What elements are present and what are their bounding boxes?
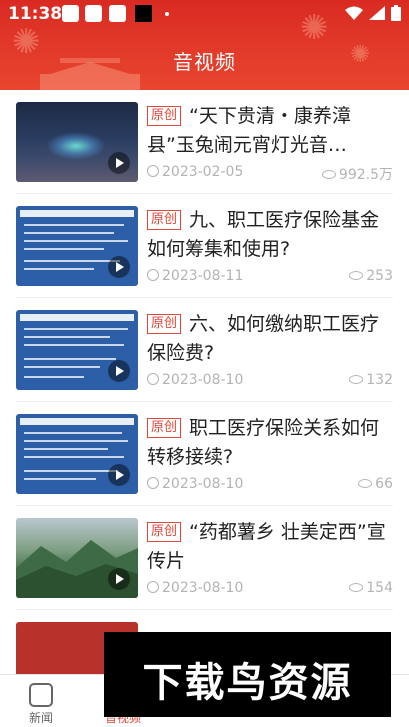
views-text: 253 — [366, 268, 393, 284]
slide-title-bar — [20, 210, 134, 217]
original-badge: 原创 — [147, 210, 182, 230]
video-thumbnail[interactable] — [16, 310, 138, 390]
slide-text-line — [24, 432, 122, 434]
item-title-text: “药都薯乡 壮美定西”宣传片 — [147, 521, 386, 572]
slide-text-line — [24, 248, 104, 250]
original-badge: 原创 — [147, 522, 182, 542]
slide-text-line — [24, 440, 128, 442]
item-title[interactable]: 原创 职工医疗保险关系如何转移接续? — [147, 414, 393, 472]
item-title[interactable]: 原创 六、如何缴纳职工医疗保险费? — [147, 310, 393, 368]
item-date: 2023-08-10 — [147, 580, 243, 596]
nav-item-news[interactable]: 新闻 — [0, 675, 82, 727]
slide-title-bar — [20, 314, 134, 321]
item-views: 253 — [349, 268, 393, 284]
item-date: 2023-08-10 — [147, 476, 243, 492]
clock-icon — [147, 477, 159, 489]
eye-icon — [349, 583, 364, 592]
play-icon[interactable] — [108, 568, 130, 590]
slide-text-line — [24, 470, 118, 472]
item-views: 132 — [349, 372, 393, 388]
lantern-lights — [46, 132, 106, 160]
slide-text-line — [24, 336, 110, 338]
list-item[interactable]: 原创 “药都薯乡 壮美定西”宣传片 2023-08-10 154 — [16, 506, 393, 610]
list-item[interactable]: 原创 “天下贵清・康养漳县”玉兔闹元宵灯光音… 2023-02-05 992.5万 — [16, 90, 393, 194]
item-title[interactable]: 原创 “天下贵清・康养漳县”玉兔闹元宵灯光音… — [147, 102, 393, 160]
slide-text-line — [24, 232, 114, 234]
play-icon[interactable] — [108, 152, 130, 174]
clock-icon — [147, 581, 159, 593]
eye-icon — [349, 271, 364, 280]
video-thumbnail[interactable] — [16, 206, 138, 286]
eye-icon — [349, 375, 364, 384]
slide-text-line — [24, 456, 124, 458]
date-text: 2023-08-11 — [162, 268, 244, 284]
play-icon[interactable] — [108, 256, 130, 278]
item-date: 2023-02-05 — [147, 164, 243, 180]
status-time: 11:38 — [8, 4, 63, 24]
item-title[interactable]: 原创 “药都薯乡 壮美定西”宣传片 — [147, 518, 393, 576]
item-date: 2023-08-11 — [147, 268, 243, 284]
clock-icon — [147, 373, 159, 385]
notification-icon — [85, 5, 102, 22]
battery-icon — [391, 5, 401, 21]
item-title-text: 九、职工医疗保险基金如何筹集和使用? — [147, 209, 380, 260]
slide-text-line — [24, 478, 96, 480]
item-views: 992.5万 — [321, 164, 393, 184]
item-views: 154 — [349, 580, 393, 596]
notification-icon — [62, 5, 79, 22]
app-header: ✺ ✺ ✺ 11:38 音视频 — [0, 0, 409, 90]
video-thumbnail[interactable] — [16, 414, 138, 494]
slide-text-line — [24, 260, 120, 262]
video-thumbnail[interactable] — [16, 518, 138, 598]
original-badge: 原创 — [147, 106, 182, 126]
eye-icon — [358, 479, 373, 488]
date-text: 2023-08-10 — [162, 372, 244, 388]
date-text: 2023-02-05 — [162, 164, 244, 180]
signal-icon — [369, 6, 385, 20]
clock-icon — [147, 165, 159, 177]
play-icon[interactable] — [108, 464, 130, 486]
list-item[interactable]: 原创 九、职工医疗保险基金如何筹集和使用? 2023-08-11 253 — [16, 194, 393, 298]
notification-icon — [135, 5, 152, 22]
item-date: 2023-08-10 — [147, 372, 243, 388]
play-icon[interactable] — [108, 360, 130, 382]
wifi-icon — [345, 6, 363, 20]
slide-text-line — [24, 224, 124, 226]
item-title-text: 六、如何缴纳职工医疗保险费? — [147, 313, 380, 364]
clock-icon — [147, 269, 159, 281]
video-thumbnail[interactable] — [16, 102, 138, 182]
watermark-text: 下载鸟资源 — [142, 660, 353, 706]
item-title[interactable]: 原创 九、职工医疗保险基金如何筹集和使用? — [147, 206, 393, 264]
status-bar: 11:38 — [0, 0, 409, 28]
original-badge: 原创 — [147, 418, 182, 438]
slide-title-bar — [20, 418, 134, 425]
views-text: 132 — [366, 372, 393, 388]
views-text: 66 — [375, 476, 393, 492]
list-item[interactable]: 原创 六、如何缴纳职工医疗保险费? 2023-08-10 132 — [16, 298, 393, 402]
list-item[interactable]: 原创 职工医疗保险关系如何转移接续? 2023-08-10 66 — [16, 402, 393, 506]
news-icon — [29, 683, 53, 707]
slide-text-line — [24, 240, 128, 242]
date-text: 2023-08-10 — [162, 476, 244, 492]
more-notifications-icon — [165, 12, 169, 16]
slide-text-line — [24, 328, 128, 330]
views-text: 992.5万 — [338, 167, 393, 183]
item-title-text: 职工医疗保险关系如何转移接续? — [147, 417, 380, 468]
slide-text-line — [24, 366, 100, 368]
nav-label: 新闻 — [28, 711, 53, 725]
watermark-logo: 下载鸟资源 — [104, 632, 391, 717]
eye-icon — [321, 170, 336, 179]
slide-text-line — [24, 358, 116, 360]
slide-text-line — [24, 344, 124, 346]
date-text: 2023-08-10 — [162, 580, 244, 596]
slide-text-line — [24, 448, 108, 450]
item-views: 66 — [358, 476, 393, 492]
slide-text-line — [24, 376, 84, 378]
page-title: 音视频 — [173, 50, 236, 74]
views-text: 154 — [366, 580, 393, 596]
notification-icon — [109, 5, 126, 22]
original-badge: 原创 — [147, 314, 182, 334]
slide-text-line — [24, 268, 94, 270]
